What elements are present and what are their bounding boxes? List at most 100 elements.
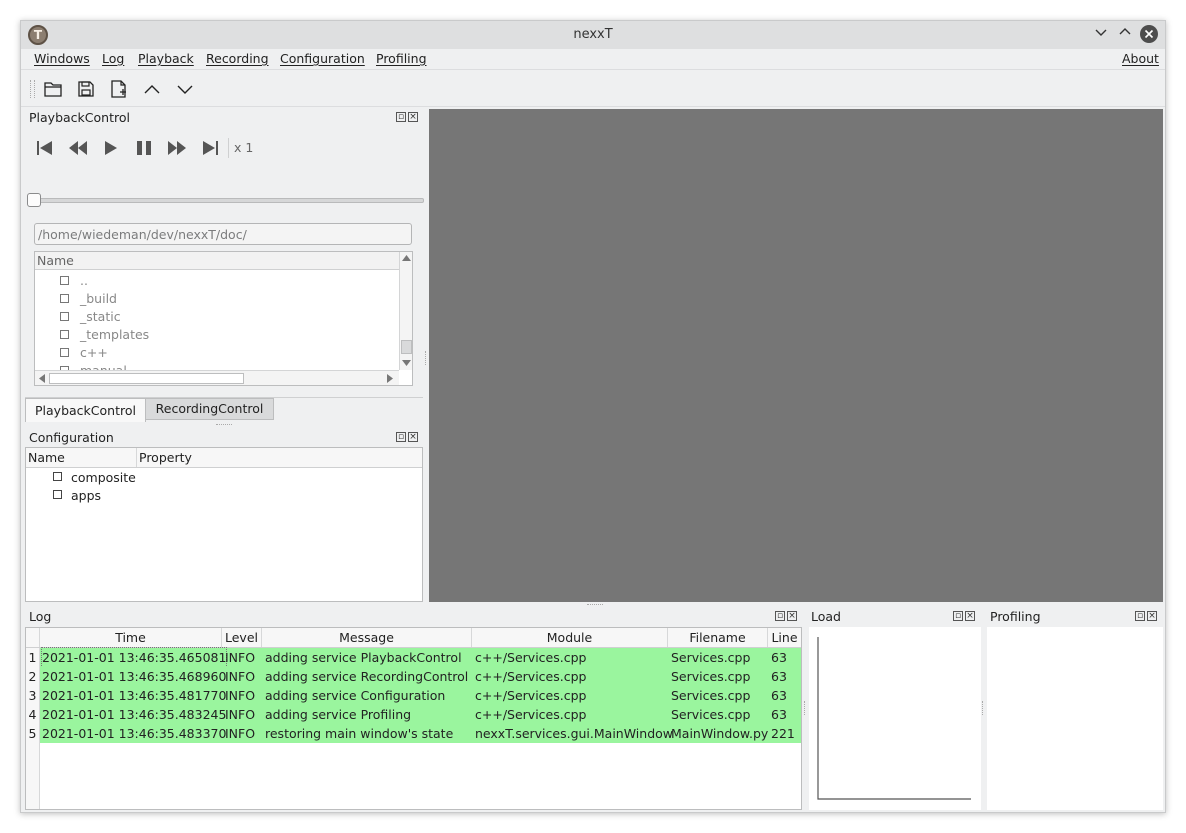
tab-recordingcontrol[interactable]: RecordingControl — [145, 398, 274, 420]
tree-item-apps[interactable]: apps — [26, 488, 422, 506]
splitter-handle[interactable] — [425, 351, 429, 365]
minimize-button[interactable] — [1092, 26, 1110, 44]
step-back-button[interactable] — [67, 137, 89, 159]
scrollbar-thumb[interactable] — [401, 340, 412, 354]
pause-button[interactable] — [133, 137, 155, 159]
cell-line[interactable]: 63 — [771, 667, 787, 686]
horizontal-scrollbar[interactable] — [35, 370, 399, 385]
splitter-handle[interactable] — [216, 424, 232, 428]
menu-windows[interactable]: Windows — [34, 51, 90, 66]
tree-item-composite[interactable]: composite — [26, 470, 422, 488]
file-browser-header[interactable]: Name — [35, 252, 399, 270]
cell-module[interactable]: c++/Services.cpp — [475, 686, 586, 705]
list-item[interactable]: manual — [35, 362, 399, 370]
seek-end-button[interactable] — [199, 137, 221, 159]
table-row[interactable]: 3 2021-01-01 13:46:35.481770 INFO adding… — [26, 686, 801, 705]
path-input[interactable]: /home/wiedeman/dev/nexxT/doc/ — [34, 223, 412, 245]
list-item[interactable]: c++ — [35, 344, 399, 362]
close-button[interactable] — [1140, 25, 1158, 43]
cell-line[interactable]: 63 — [771, 686, 787, 705]
play-button[interactable] — [100, 137, 122, 159]
table-row[interactable]: 5 2021-01-01 13:46:35.483370 INFO restor… — [26, 724, 801, 743]
table-row[interactable]: 1 2021-01-01 13:46:35.465081 INFO adding… — [26, 647, 801, 668]
step-forward-button[interactable] — [166, 137, 188, 159]
new-config-button[interactable] — [107, 77, 131, 101]
file-browser[interactable]: Name .. _build _static _templates c++ ma… — [34, 251, 413, 386]
cell-module[interactable]: c++/Services.cpp — [475, 705, 586, 724]
column-header-message[interactable]: Message — [262, 628, 472, 647]
cell-level[interactable]: INFO — [225, 667, 255, 686]
float-icon[interactable]: ▫ — [396, 432, 406, 442]
load-plot[interactable] — [809, 627, 981, 810]
row-number[interactable]: 3 — [26, 686, 40, 705]
splitter-handle[interactable] — [982, 701, 986, 715]
cell-time[interactable]: 2021-01-01 13:46:35.481770 — [42, 686, 226, 705]
arrow-down-icon[interactable] — [402, 360, 411, 366]
central-area[interactable] — [429, 109, 1163, 602]
cell-level[interactable]: INFO — [225, 686, 255, 705]
cell-message[interactable]: adding service PlaybackControl — [265, 648, 462, 667]
arrow-up-icon[interactable] — [402, 255, 411, 261]
move-down-button[interactable] — [173, 77, 197, 101]
cell-filename[interactable]: Services.cpp — [671, 648, 750, 667]
list-item[interactable]: _static — [35, 308, 399, 326]
menu-log[interactable]: Log — [102, 51, 124, 66]
cell-line[interactable]: 63 — [771, 705, 787, 724]
close-icon[interactable]: × — [408, 432, 418, 442]
corner-button[interactable] — [26, 628, 40, 647]
toolbar-grip[interactable] — [30, 80, 35, 98]
float-icon[interactable]: ▫ — [1135, 611, 1145, 621]
menu-playback[interactable]: Playback — [138, 51, 194, 66]
cell-level[interactable]: INFO — [225, 705, 255, 724]
cell-time[interactable]: 2021-01-01 13:46:35.465081 — [40, 647, 228, 668]
cell-module[interactable]: c++/Services.cpp — [475, 667, 586, 686]
log-table[interactable]: Time Level Message Module Filename Line … — [25, 627, 802, 810]
cell-time[interactable]: 2021-01-01 13:46:35.483370 — [42, 724, 226, 743]
close-icon[interactable]: × — [1147, 611, 1157, 621]
cell-message[interactable]: adding service Profiling — [265, 705, 411, 724]
scrollbar-thumb[interactable] — [49, 373, 244, 384]
arrow-right-icon[interactable] — [387, 374, 393, 383]
splitter-handle[interactable] — [804, 701, 808, 715]
cell-filename[interactable]: Services.cpp — [671, 686, 750, 705]
table-row[interactable]: 4 2021-01-01 13:46:35.483245 INFO adding… — [26, 705, 801, 724]
column-header-level[interactable]: Level — [222, 628, 262, 647]
table-row[interactable]: 2 2021-01-01 13:46:35.468960 INFO adding… — [26, 667, 801, 686]
cell-level[interactable]: INFO — [225, 724, 255, 743]
column-header-line[interactable]: Line — [768, 628, 801, 647]
cell-module[interactable]: nexxT.services.gui.MainWindow — [475, 724, 673, 743]
configuration-tree[interactable]: Name Property composite apps — [25, 447, 423, 602]
row-number[interactable]: 1 — [26, 648, 40, 667]
close-icon[interactable]: × — [787, 611, 797, 621]
column-header-time[interactable]: Time — [40, 628, 222, 647]
column-header-property[interactable]: Property — [137, 448, 422, 467]
row-number[interactable]: 2 — [26, 667, 40, 686]
cell-filename[interactable]: Services.cpp — [671, 667, 750, 686]
menu-about[interactable]: About — [1122, 51, 1159, 66]
splitter-handle[interactable] — [587, 604, 603, 607]
close-icon[interactable]: × — [408, 112, 418, 122]
move-up-button[interactable] — [140, 77, 164, 101]
playback-speed-label[interactable]: x 1 — [234, 140, 253, 155]
row-number[interactable]: 5 — [26, 724, 40, 743]
cell-module[interactable]: c++/Services.cpp — [475, 648, 586, 667]
maximize-button[interactable] — [1116, 26, 1134, 44]
close-icon[interactable]: × — [965, 611, 975, 621]
open-button[interactable] — [41, 77, 65, 101]
slider-handle[interactable] — [27, 193, 41, 207]
list-item[interactable]: _build — [35, 290, 399, 308]
menu-profiling[interactable]: Profiling — [376, 51, 427, 66]
vertical-scrollbar[interactable] — [399, 252, 412, 370]
row-number[interactable]: 4 — [26, 705, 40, 724]
tab-playbackcontrol[interactable]: PlaybackControl — [25, 398, 146, 422]
list-item[interactable]: _templates — [35, 326, 399, 344]
cell-line[interactable]: 221 — [771, 724, 795, 743]
cell-message[interactable]: restoring main window's state — [265, 724, 453, 743]
column-header-name[interactable]: Name — [26, 448, 137, 467]
cell-message[interactable]: adding service Configuration — [265, 686, 445, 705]
cell-message[interactable]: adding service RecordingControl — [265, 667, 468, 686]
cell-time[interactable]: 2021-01-01 13:46:35.483245 — [42, 705, 226, 724]
menu-configuration[interactable]: Configuration — [280, 51, 365, 66]
playback-position-slider[interactable] — [27, 198, 424, 203]
column-header-module[interactable]: Module — [472, 628, 668, 647]
